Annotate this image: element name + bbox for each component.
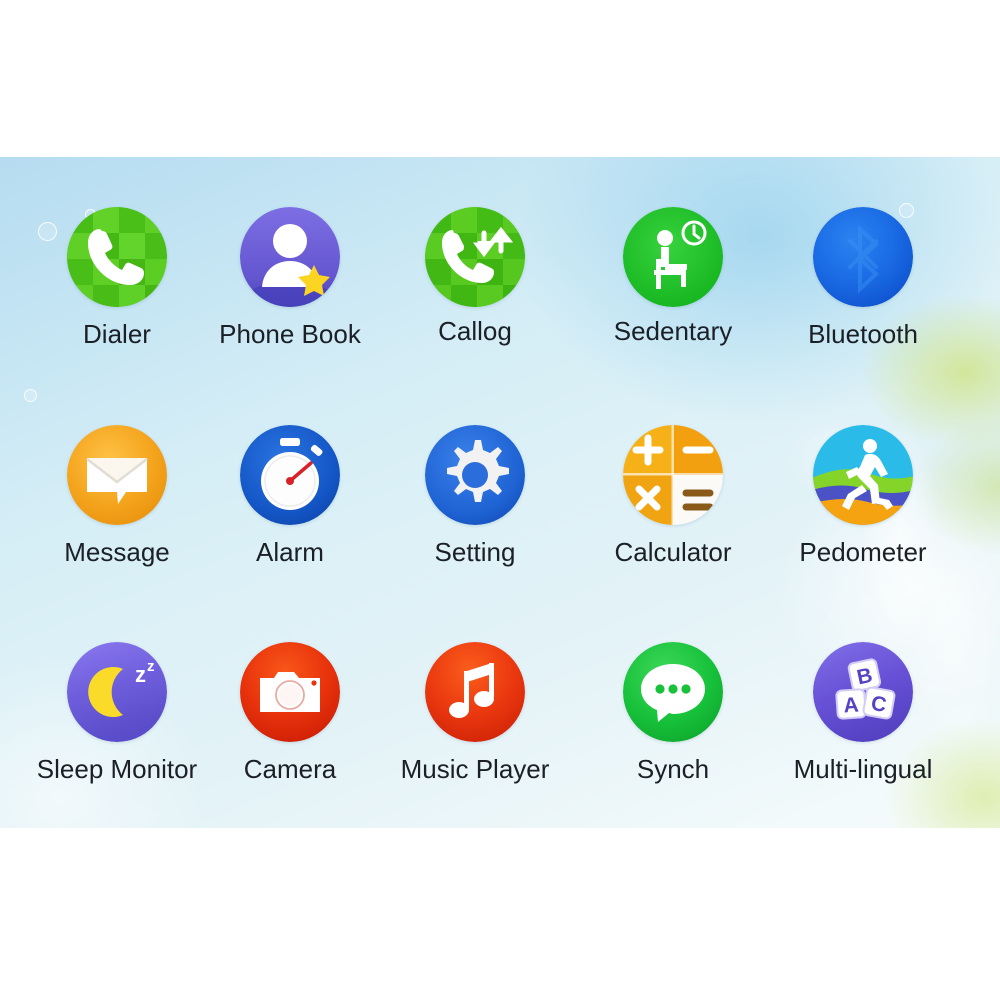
app-grid: Dialer Phone Book Callog Sedentary Bluet…: [0, 157, 1000, 828]
app-label: Multi-lingual: [793, 754, 933, 784]
app-label: Callog: [438, 316, 512, 346]
app-tile-music-player[interactable]: Music Player: [380, 642, 570, 784]
app-tile-alarm[interactable]: Alarm: [195, 425, 385, 567]
svg-text:z: z: [135, 662, 146, 687]
app-tile-calculator[interactable]: Calculator: [578, 425, 768, 567]
contact-person-star-icon[interactable]: [240, 207, 340, 307]
app-tile-pedometer[interactable]: Pedometer: [768, 425, 958, 567]
chat-bubble-dots-icon[interactable]: [623, 642, 723, 742]
app-label: Camera: [243, 754, 337, 784]
bluetooth-icon[interactable]: [813, 207, 913, 307]
stopwatch-icon[interactable]: [240, 425, 340, 525]
calculator-icon[interactable]: [623, 425, 723, 525]
app-label: Dialer: [83, 319, 151, 349]
svg-text:z: z: [147, 658, 155, 675]
app-tile-bluetooth[interactable]: Bluetooth: [768, 207, 958, 349]
app-label: Phone Book: [219, 319, 361, 349]
phone-handset-icon[interactable]: [67, 207, 167, 307]
app-tile-camera[interactable]: Camera: [195, 642, 385, 784]
call-log-arrows-icon[interactable]: [425, 207, 525, 307]
abc-blocks-icon[interactable]: B A C: [813, 642, 913, 742]
app-label: Alarm: [256, 537, 324, 567]
envelope-bubble-icon[interactable]: [67, 425, 167, 525]
gear-icon[interactable]: [425, 425, 525, 525]
app-tile-callog[interactable]: Callog: [380, 207, 570, 346]
watch-screen-photo: Dialer Phone Book Callog Sedentary Bluet…: [0, 157, 1000, 828]
app-label: Setting: [434, 537, 516, 567]
app-label: Message: [64, 537, 170, 567]
app-tile-phone-book[interactable]: Phone Book: [195, 207, 385, 349]
app-label: Calculator: [614, 537, 732, 567]
app-tile-dialer[interactable]: Dialer: [22, 207, 212, 349]
app-tile-sedentary[interactable]: Sedentary: [578, 207, 768, 346]
app-tile-multi-lingual[interactable]: B A C Multi-lingual: [768, 642, 958, 784]
app-label: Bluetooth: [808, 319, 918, 349]
app-label: Music Player: [400, 754, 550, 784]
app-tile-sleep-monitor[interactable]: z z Sleep Monitor: [22, 642, 212, 784]
app-tile-message[interactable]: Message: [22, 425, 212, 567]
svg-text:A: A: [843, 693, 860, 717]
running-person-icon[interactable]: [813, 425, 913, 525]
app-label: Sedentary: [613, 316, 733, 346]
music-note-icon[interactable]: [425, 642, 525, 742]
app-tile-setting[interactable]: Setting: [380, 425, 570, 567]
camera-icon[interactable]: [240, 642, 340, 742]
app-label: Sleep Monitor: [36, 754, 198, 784]
moon-zzz-icon[interactable]: z z: [67, 642, 167, 742]
app-label: Synch: [636, 754, 710, 784]
seated-person-clock-icon[interactable]: [623, 207, 723, 307]
app-label: Pedometer: [799, 537, 927, 567]
app-tile-synch[interactable]: Synch: [578, 642, 768, 784]
